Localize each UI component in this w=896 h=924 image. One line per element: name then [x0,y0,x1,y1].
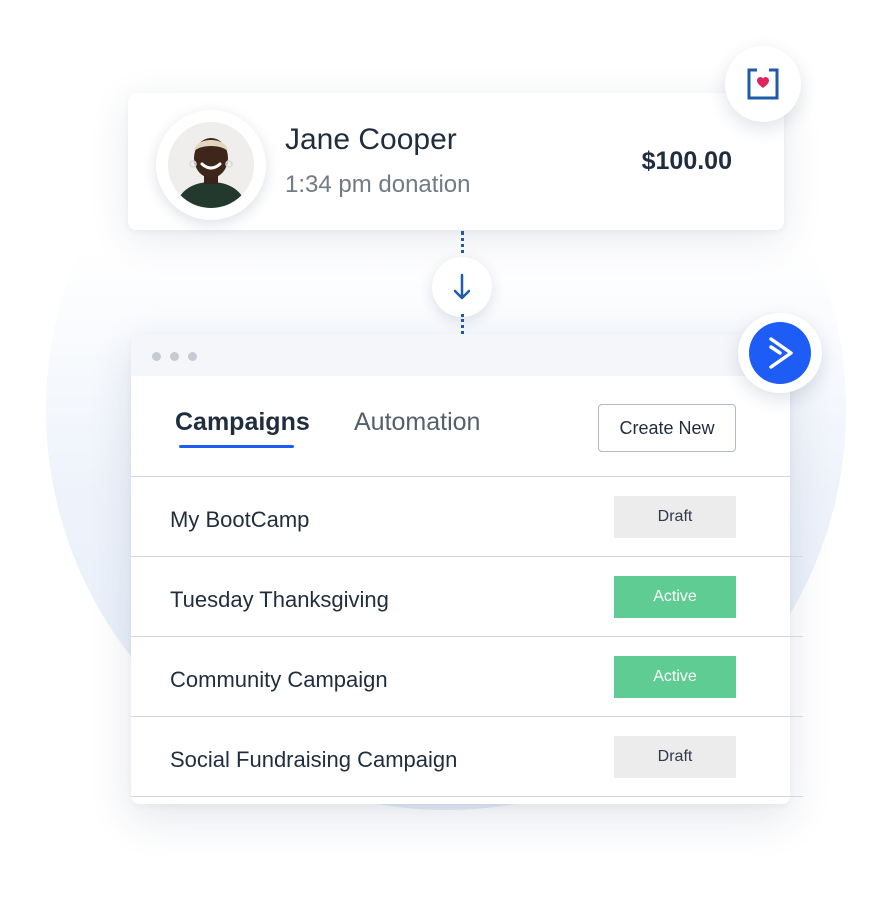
automation-brand-circle [749,322,811,384]
arrow-down-icon [453,273,471,300]
window-title-bar [131,334,790,376]
campaign-row[interactable]: Community Campaign Active [131,637,803,717]
status-badge: Draft [614,496,736,538]
campaign-name: Community Campaign [170,667,388,692]
donation-card: Jane Cooper 1:34 pm donation $100.00 [128,93,784,230]
campaign-row[interactable]: Tuesday Thanksgiving Active [131,557,803,637]
window-dot [152,352,161,361]
campaign-row[interactable]: My BootCamp Draft [131,477,803,557]
tab-automation[interactable]: Automation [354,408,480,437]
avatar [168,122,254,208]
campaigns-window: Campaigns Automation Create New My BootC… [131,334,803,804]
campaign-name: My BootCamp [170,507,310,532]
window-dot [170,352,179,361]
donation-time: 1:34 pm donation [285,171,471,198]
active-tab-indicator [179,445,294,448]
campaign-name: Tuesday Thanksgiving [170,587,389,612]
create-new-button[interactable]: Create New [598,404,736,452]
campaign-row[interactable]: Social Fundraising Campaign Draft [131,717,803,797]
heart-box-icon [747,68,779,100]
status-badge: Active [614,576,736,618]
connector-line-bottom [461,314,464,334]
donation-amount: $100.00 [641,147,732,175]
chevron-right-icon [769,337,793,369]
window-dot [188,352,197,361]
tab-campaigns[interactable]: Campaigns [175,408,310,437]
avatar-ring [156,110,266,220]
campaign-name: Social Fundraising Campaign [170,747,458,772]
automation-brand-badge [738,313,822,393]
arrow-circle [432,257,492,317]
status-badge: Draft [614,736,736,778]
status-badge: Active [614,656,736,698]
donor-name: Jane Cooper [285,123,457,156]
donor-photo [168,122,254,208]
brand-badge [725,46,801,122]
